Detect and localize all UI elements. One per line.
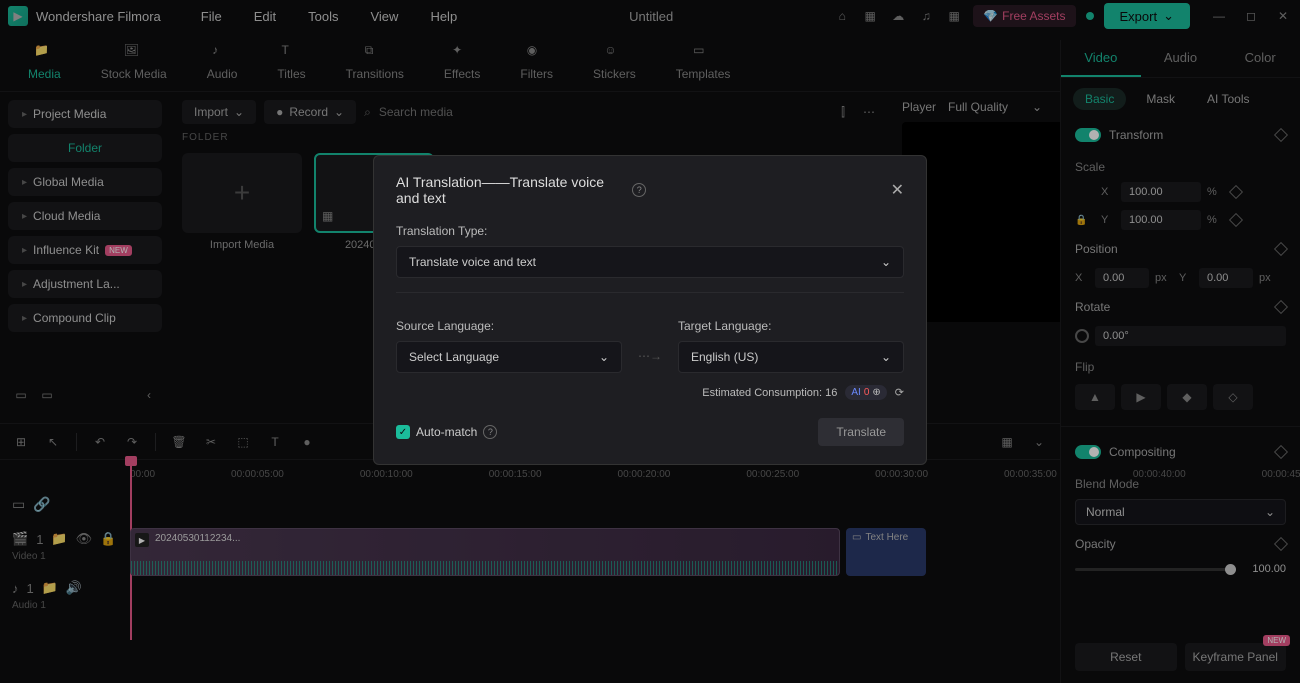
automatch-checkbox[interactable]: ✓: [396, 425, 410, 439]
modal-overlay: AI Translation——Translate voice and text…: [0, 0, 1300, 683]
chevron-down-icon: ⌄: [881, 255, 891, 269]
ai-credits-badge[interactable]: AI0⊕: [845, 385, 886, 400]
translation-type-select[interactable]: Translate voice and text⌄: [396, 246, 904, 278]
arrow-right-icon: ⋯→: [638, 349, 662, 373]
automatch-label: Auto-match: [416, 425, 477, 439]
ai-translation-modal: AI Translation——Translate voice and text…: [373, 155, 927, 465]
close-icon[interactable]: ✕: [891, 180, 904, 200]
target-language-select[interactable]: English (US)⌄: [678, 341, 904, 373]
help-icon[interactable]: ?: [483, 425, 497, 439]
chevron-down-icon: ⌄: [599, 350, 609, 364]
ai-icon: AI: [851, 387, 860, 398]
modal-title: AI Translation——Translate voice and text: [396, 174, 624, 206]
help-icon[interactable]: ?: [632, 183, 646, 197]
translate-button[interactable]: Translate: [818, 418, 904, 446]
chevron-down-icon: ⌄: [881, 350, 891, 364]
plus-icon: ⊕: [872, 387, 880, 398]
source-language-label: Source Language:: [396, 319, 622, 333]
target-language-label: Target Language:: [678, 319, 904, 333]
translation-type-label: Translation Type:: [396, 224, 904, 238]
consumption-label: Estimated Consumption: 16: [702, 387, 837, 399]
refresh-icon[interactable]: ⟳: [895, 386, 904, 399]
source-language-select[interactable]: Select Language⌄: [396, 341, 622, 373]
